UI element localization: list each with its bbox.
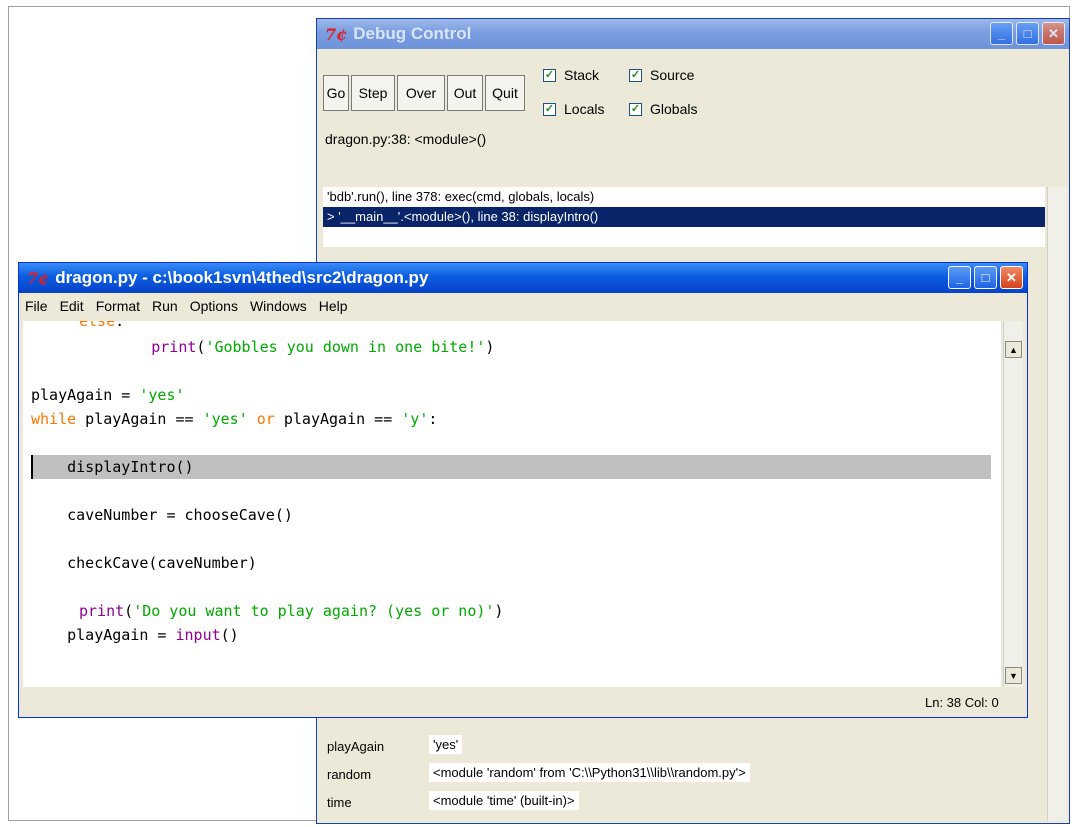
code-line: print('Gobbles you down in one bite!')	[151, 338, 495, 356]
current-location: dragon.py:38: <module>()	[325, 131, 487, 147]
maximize-button[interactable]: □	[1016, 22, 1039, 45]
source-checkbox[interactable]: ✓ Source	[629, 67, 694, 83]
var-value: 'yes'	[429, 735, 463, 754]
code-line: else:	[79, 321, 125, 330]
var-name: random	[327, 767, 372, 782]
stack-list[interactable]: 'bdb'.run(), line 378: exec(cmd, globals…	[323, 187, 1045, 247]
var-name: time	[327, 795, 352, 810]
menu-edit[interactable]: Edit	[60, 298, 84, 314]
python-idle-icon: 7¢	[27, 268, 50, 288]
code-line: print('Do you want to play again? (yes o…	[79, 602, 504, 620]
code-line-current: displayIntro()	[31, 458, 194, 476]
debug-title: Debug Control	[353, 24, 472, 43]
scroll-down-icon[interactable]: ▼	[1005, 667, 1022, 684]
editor-title: dragon.py - c:\book1svn\4thed\src2\drago…	[55, 268, 429, 287]
stack-label: Stack	[564, 67, 600, 83]
var-value: <module 'time' (built-in)>	[429, 791, 579, 810]
menu-file[interactable]: File	[25, 298, 48, 314]
minimize-button[interactable]: _	[948, 266, 971, 289]
stack-checkbox[interactable]: ✓ Stack	[543, 67, 599, 83]
python-idle-icon: 7¢	[325, 24, 348, 44]
locals-checkbox[interactable]: ✓ Locals	[543, 101, 604, 117]
editor-title-bar[interactable]: 7¢ dragon.py - c:\book1svn\4thed\src2\dr…	[19, 263, 1027, 293]
checkmark-icon: ✓	[629, 102, 642, 116]
checkmark-icon: ✓	[629, 68, 642, 82]
menu-run[interactable]: Run	[152, 298, 178, 314]
code-line: playAgain = input()	[31, 626, 239, 644]
stack-frame[interactable]: 'bdb'.run(), line 378: exec(cmd, globals…	[323, 187, 1045, 207]
out-button[interactable]: Out	[447, 75, 483, 111]
menu-help[interactable]: Help	[319, 298, 348, 314]
menu-windows[interactable]: Windows	[250, 298, 307, 314]
code-line: playAgain = 'yes'	[31, 386, 185, 404]
source-label: Source	[650, 67, 695, 83]
cursor-position: Ln: 38 Col: 0	[925, 695, 999, 710]
globals-label: Globals	[650, 101, 698, 117]
menu-bar: File Edit Format Run Options Windows Hel…	[19, 293, 1027, 319]
minimize-button[interactable]: _	[990, 22, 1013, 45]
close-button[interactable]: ✕	[1000, 266, 1023, 289]
locals-label: Locals	[564, 101, 605, 117]
maximize-button[interactable]: □	[974, 266, 997, 289]
quit-button[interactable]: Quit	[485, 75, 525, 111]
var-value: <module 'random' from 'C:\\Python31\\lib…	[429, 763, 750, 782]
stack-frame-selected[interactable]: > '__main__'.<module>(), line 38: displa…	[323, 207, 1045, 227]
code-line: while playAgain == 'yes' or playAgain ==…	[31, 410, 438, 428]
code-line: caveNumber = chooseCave()	[31, 506, 293, 524]
step-button[interactable]: Step	[351, 75, 395, 111]
var-name: playAgain	[327, 739, 385, 754]
debug-title-bar[interactable]: 7¢ Debug Control _ □ ✕	[317, 19, 1069, 49]
debug-scrollbar[interactable]	[1047, 187, 1067, 821]
code-editor[interactable]: else: print('Gobbles you down in one bit…	[23, 321, 1001, 687]
editor-window: 7¢ dragon.py - c:\book1svn\4thed\src2\dr…	[18, 262, 1028, 718]
editor-scrollbar[interactable]	[1003, 321, 1023, 687]
scroll-up-icon[interactable]: ▲	[1005, 341, 1022, 358]
checkmark-icon: ✓	[543, 68, 556, 82]
globals-checkbox[interactable]: ✓ Globals	[629, 101, 697, 117]
menu-format[interactable]: Format	[96, 298, 140, 314]
code-line: checkCave(caveNumber)	[31, 554, 257, 572]
menu-options[interactable]: Options	[190, 298, 238, 314]
over-button[interactable]: Over	[397, 75, 445, 111]
go-button[interactable]: Go	[323, 75, 349, 111]
checkmark-icon: ✓	[543, 102, 556, 116]
close-button[interactable]: ✕	[1042, 22, 1065, 45]
